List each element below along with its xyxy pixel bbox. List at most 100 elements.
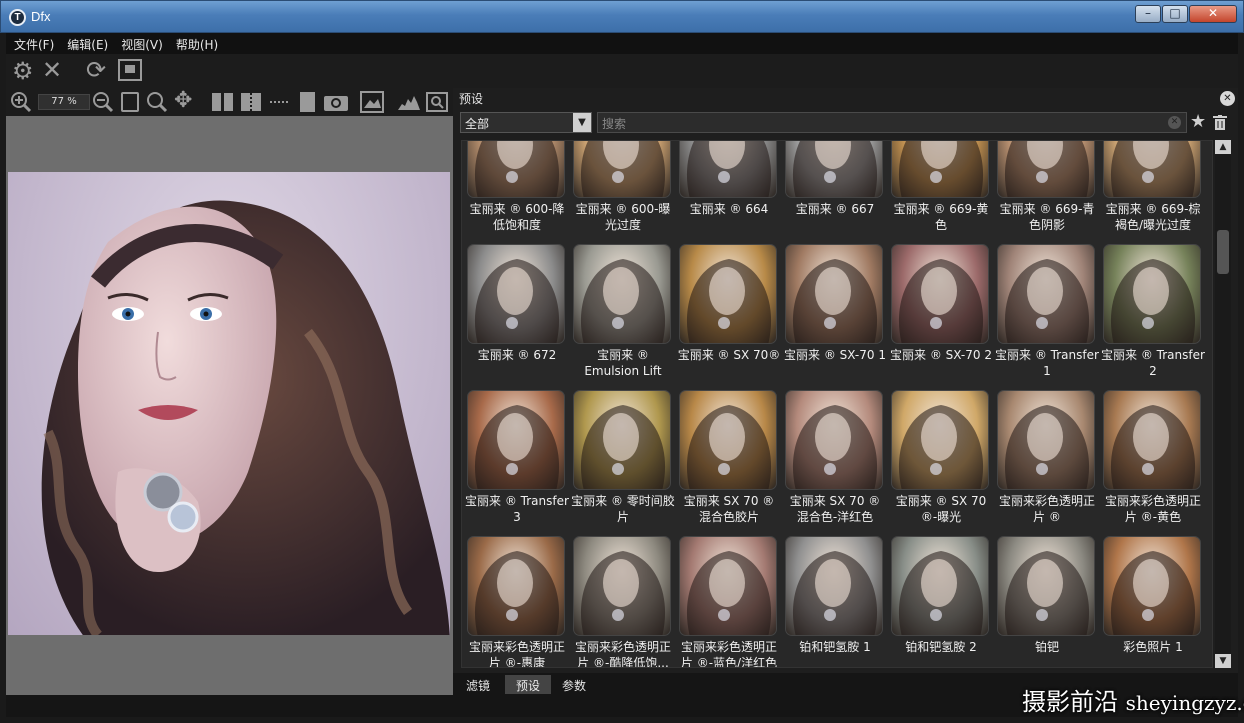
preset-tile[interactable]: 宝丽来彩色透明正片 ®-酷降低饱...	[571, 536, 675, 667]
image-canvas[interactable]	[6, 116, 453, 695]
refresh-icon[interactable]: ⟳	[86, 57, 106, 83]
preset-scrollbar[interactable]: ▲ ▼	[1215, 140, 1231, 668]
maximize-button[interactable]: □	[1162, 5, 1188, 23]
preset-thumbnail	[1103, 244, 1201, 344]
preset-label: 铂钯	[1034, 640, 1059, 654]
menu-help[interactable]: 帮助(H)	[168, 33, 223, 53]
category-dropdown[interactable]: 全部 ▼	[460, 112, 592, 133]
presets-panel: 预设 ✕ 全部 ▼ 搜索 ✕ ★ 宝丽来 ® 600-降低饱和度 宝丽来 ® 60…	[453, 88, 1238, 695]
preset-thumbnail	[785, 536, 883, 636]
preset-label: 彩色照片 1	[1123, 640, 1183, 654]
preset-tile[interactable]: 铂和钯氢胺 1	[783, 536, 887, 667]
preset-label: 宝丽来彩色透明正片 ®-蓝色/洋红色	[680, 640, 778, 668]
zoom-in-icon[interactable]	[10, 91, 32, 113]
preset-tile[interactable]: 宝丽来彩色透明正片 ®	[995, 390, 1099, 528]
preset-tile[interactable]: 宝丽来 ® SX 70 ®-曝光	[889, 390, 993, 528]
preset-label: 宝丽来 ® SX 70 ®-曝光	[895, 494, 987, 524]
category-dropdown-value: 全部	[465, 117, 490, 131]
preset-label: 宝丽来 ® Transfer 2	[1101, 348, 1205, 378]
menu-bar: 文件(F) 编辑(E) 视图(V) 帮助(H)	[6, 33, 1238, 54]
preset-thumbnail	[997, 536, 1095, 636]
preset-tile[interactable]: 宝丽来 ® SX 70®	[677, 244, 781, 382]
preset-tile[interactable]: 宝丽来 ® SX-70 1	[783, 244, 887, 382]
preset-thumbnail	[467, 244, 565, 344]
histogram-icon[interactable]	[398, 94, 420, 110]
preset-label: 宝丽来 ® 667	[795, 202, 875, 216]
preset-tile[interactable]: 宝丽来 SX 70 ® 混合色胶片	[677, 390, 781, 528]
preset-tile[interactable]: 铂钯	[995, 536, 1099, 667]
search-placeholder: 搜索	[602, 117, 627, 131]
preset-tile[interactable]: 宝丽来 ® 零时间胶片	[571, 390, 675, 528]
preset-tile[interactable]: 宝丽来 ® Transfer 1	[995, 244, 1099, 382]
scroll-thumb[interactable]	[1217, 230, 1229, 274]
preset-tile[interactable]: 宝丽来 ® 669-黄色	[889, 141, 993, 236]
preset-label: 宝丽来 SX 70 ® 混合色-洋红色	[789, 494, 881, 524]
preset-tile[interactable]: 宝丽来彩色透明正片 ®-蓝色/洋红色	[677, 536, 781, 668]
menu-edit[interactable]: 编辑(E)	[59, 33, 113, 53]
preset-tile[interactable]: 铂和钯氢胺 2	[889, 536, 993, 667]
image-compare-icon[interactable]	[360, 91, 384, 113]
panel-close-icon[interactable]: ✕	[1220, 91, 1235, 106]
scroll-up-icon[interactable]: ▲	[1215, 140, 1231, 154]
preset-thumbnail	[891, 390, 989, 490]
tab-filters[interactable]: 滤镜	[455, 675, 501, 694]
preset-thumbnail	[1103, 390, 1201, 490]
preset-tile[interactable]: 宝丽来 ® 667	[783, 141, 887, 236]
preset-tile[interactable]: 宝丽来 ® 664	[677, 141, 781, 236]
zoom-out-icon[interactable]	[92, 91, 114, 113]
preset-tile[interactable]: 宝丽来彩色透明正片 ®-惠康	[465, 536, 569, 668]
preset-tile[interactable]: 宝丽来彩色透明正片 ®-黄色	[1101, 390, 1205, 528]
preset-tile[interactable]: 宝丽来 ® SX-70 2	[889, 244, 993, 382]
minimize-button[interactable]: –	[1135, 5, 1161, 23]
preset-thumbnail	[467, 141, 565, 198]
preset-grid: 宝丽来 ® 600-降低饱和度 宝丽来 ® 600-曝光过度 宝丽来 ® 664 宝丽…	[461, 140, 1213, 668]
preset-tile[interactable]: 宝丽来 ® Emulsion Lift	[571, 244, 675, 382]
zoom-tool-icon[interactable]	[146, 91, 168, 113]
preset-thumbnail	[891, 141, 989, 198]
preset-tile[interactable]: 宝丽来 ® Transfer 2	[1101, 244, 1205, 382]
preset-tile[interactable]: 宝丽来 ® 600-降低饱和度	[465, 141, 569, 236]
tab-parameters[interactable]: 参数	[551, 675, 597, 694]
clear-search-icon[interactable]: ✕	[1168, 116, 1181, 129]
zoom-level-field[interactable]: 77 %	[38, 94, 90, 110]
preset-tile[interactable]: 宝丽来 ® 672	[465, 244, 569, 382]
pan-move-icon[interactable]: ✥	[174, 88, 192, 114]
preset-thumbnail	[785, 390, 883, 490]
preset-tile[interactable]: 宝丽来 ® 669-棕褐色/曝光过度	[1101, 141, 1205, 236]
preset-label: 宝丽来彩色透明正片 ®	[998, 494, 1095, 524]
watermark-en: sheyingzyz.com	[1125, 691, 1244, 715]
camera-icon[interactable]	[324, 93, 348, 111]
chevron-down-icon[interactable]: ▼	[573, 113, 591, 132]
scroll-down-icon[interactable]: ▼	[1215, 654, 1231, 668]
preset-tile[interactable]: 宝丽来 ® 669-青色阴影	[995, 141, 1099, 236]
preview-toolbar: 77 % ✥	[6, 88, 453, 116]
remove-x-icon[interactable]: ✕	[42, 57, 62, 83]
tab-presets[interactable]: 预设	[505, 675, 552, 694]
preset-label: 宝丽来 ® SX-70 1	[784, 348, 886, 362]
preset-label: 宝丽来 ® Emulsion Lift	[584, 348, 662, 378]
preset-tile[interactable]: 宝丽来 ® 600-曝光过度	[571, 141, 675, 236]
fit-page-icon[interactable]	[121, 92, 139, 112]
preset-thumbnail	[1103, 141, 1201, 198]
preset-label: 宝丽来彩色透明正片 ®-惠康	[468, 640, 565, 668]
preset-tile[interactable]: 宝丽来 SX 70 ® 混合色-洋红色	[783, 390, 887, 528]
preset-thumbnail	[997, 244, 1095, 344]
fit-frame-icon[interactable]	[118, 59, 142, 81]
loupe-icon[interactable]	[426, 92, 448, 112]
trash-icon[interactable]	[1213, 115, 1227, 130]
close-window-button[interactable]: ✕	[1189, 5, 1237, 23]
search-input[interactable]: 搜索 ✕	[597, 112, 1187, 133]
preset-tile[interactable]: 宝丽来 ® Transfer 3	[465, 390, 569, 528]
settings-gear-icon[interactable]: ⚙	[12, 58, 34, 84]
document-icon[interactable]	[299, 91, 317, 113]
preset-tile[interactable]: 彩色照片 1	[1101, 536, 1205, 667]
preset-label: 宝丽来 ® 669-黄色	[893, 202, 989, 232]
compare-view-icon[interactable]	[241, 93, 261, 111]
menu-file[interactable]: 文件(F)	[6, 33, 59, 53]
menu-view[interactable]: 视图(V)	[113, 33, 168, 53]
split-view-icon[interactable]	[212, 93, 234, 111]
preset-label: 铂和钯氢胺 2	[905, 640, 977, 654]
horizontal-split-icon[interactable]	[270, 93, 290, 111]
preset-thumbnail	[573, 390, 671, 490]
favorite-star-icon[interactable]: ★	[1190, 112, 1206, 132]
